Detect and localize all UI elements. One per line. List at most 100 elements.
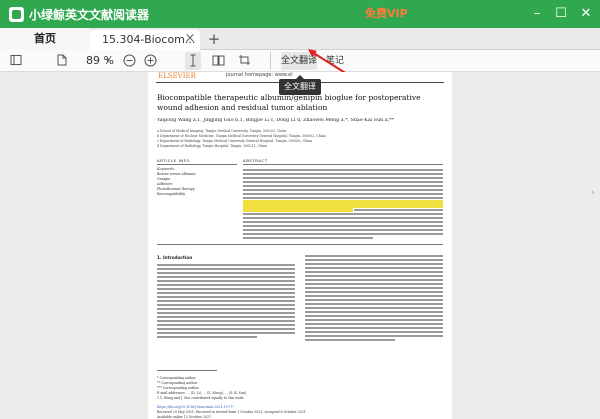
text-line [354,209,443,211]
article-info-heading: ARTICLE INFO [157,158,191,163]
minimize-button[interactable]: – [527,4,547,24]
text-line [157,264,295,266]
text-line [243,229,443,231]
text-line [305,255,443,257]
text-line [305,271,443,273]
text-line [305,319,443,321]
keyword: Biocompatibility [157,192,186,196]
text-line [157,324,295,326]
abstract-rule [243,164,443,165]
screenshot-icon[interactable] [236,52,252,70]
file-icon[interactable] [55,52,69,70]
zoom-dropdown-icon[interactable]: ▾ [104,52,112,70]
pdf-page[interactable]: ELSEVIER journal homepage: www.el Biocom… [148,72,452,419]
maximize-button[interactable]: ☐ [551,4,571,24]
toolbar-divider [270,52,271,70]
text-line [157,276,295,278]
text-line [243,217,443,219]
text-line [243,173,443,175]
text-line [305,259,443,261]
text-line [243,185,443,187]
app-title: 小绿鲸英文文献阅读器 [29,8,150,22]
text-line [157,292,295,294]
text-line [243,189,443,191]
text-select-icon[interactable] [185,52,201,70]
text-line [305,303,443,305]
add-tab-button[interactable]: + [206,28,222,50]
text-line [305,263,443,265]
text-line [243,177,443,179]
scroll-right-icon[interactable]: › [591,188,600,198]
text-line [305,307,443,309]
zoom-out-icon[interactable] [121,52,137,70]
app-logo-icon [9,7,24,22]
text-line [157,296,295,298]
text-line [305,331,443,333]
text-line [243,213,443,215]
text-line [243,169,443,171]
promo-label: 免费VIP [365,7,408,20]
text-line [157,304,295,306]
journal-homepage: journal homepage: www.el [226,72,293,78]
section-rule [157,244,443,245]
text-line [157,320,295,322]
text-line [157,280,295,282]
text-line [243,225,443,227]
publisher-logo: ELSEVIER [158,72,196,80]
paper-title[interactable]: Biocompatible therapeutic albumin/genipi… [157,93,443,113]
translate-tooltip: 全文翻译 [279,75,321,95]
text-line [157,336,257,338]
keyword: Bovine serum albumin [157,172,196,176]
highlighted-text-line[interactable] [243,208,353,212]
text-line [157,332,295,334]
footnote-rule [157,370,217,371]
text-line [157,288,295,290]
text-line [243,221,443,223]
text-line [305,323,443,325]
affiliation: a School of Medical Imaging, Tianjin Med… [157,129,287,133]
text-line [305,267,443,269]
text-line [157,284,295,286]
text-line [305,283,443,285]
keyword: Genipin [157,177,171,181]
text-line [243,193,443,195]
text-line [305,327,443,329]
text-line [305,291,443,293]
text-line [157,308,295,310]
text-line [305,275,443,277]
title-bar: 小绿鲸英文文献阅读器 免费VIP – ☐ ✕ [0,0,600,28]
tab-home[interactable]: 首页 [0,28,90,50]
keyword: Photothermal therapy [157,187,195,191]
text-line [305,299,443,301]
affiliation: d Department of Radiology, Tianjin Hospi… [157,144,267,148]
tab-close-icon[interactable]: × [183,28,197,50]
text-line [243,237,373,239]
keywords-title: Keywords: [157,167,175,171]
affiliation: b Department of Nuclear Medicine, Tianji… [157,134,326,138]
text-line [305,279,443,281]
text-line [243,197,443,199]
text-line [305,295,443,297]
text-line [305,287,443,289]
affiliation: c Department of Radiology, Tianjin Medic… [157,139,313,143]
text-line [157,316,295,318]
text-line [157,272,295,274]
text-line [243,233,443,235]
text-line [157,312,295,314]
text-line [305,311,443,313]
keyword: Adhesive [157,182,173,186]
text-line [243,181,443,183]
text-line [157,300,295,302]
promo-banner[interactable]: 免费VIP [365,4,425,24]
abstract-heading: ABSTRACT [243,158,268,163]
book-view-icon[interactable] [210,52,226,70]
sidebar-toggle-icon[interactable] [8,52,24,70]
author-list[interactable]: Yaqiong Wang a,1, Jingjing Guo b,1, Bing… [157,118,394,123]
text-line [305,335,443,337]
text-line [305,339,395,341]
text-line [157,268,295,270]
close-window-button[interactable]: ✕ [576,4,596,24]
introduction-heading: 1. Introduction [157,255,193,260]
article-info-rule [157,164,237,165]
zoom-in-icon[interactable] [142,52,158,70]
